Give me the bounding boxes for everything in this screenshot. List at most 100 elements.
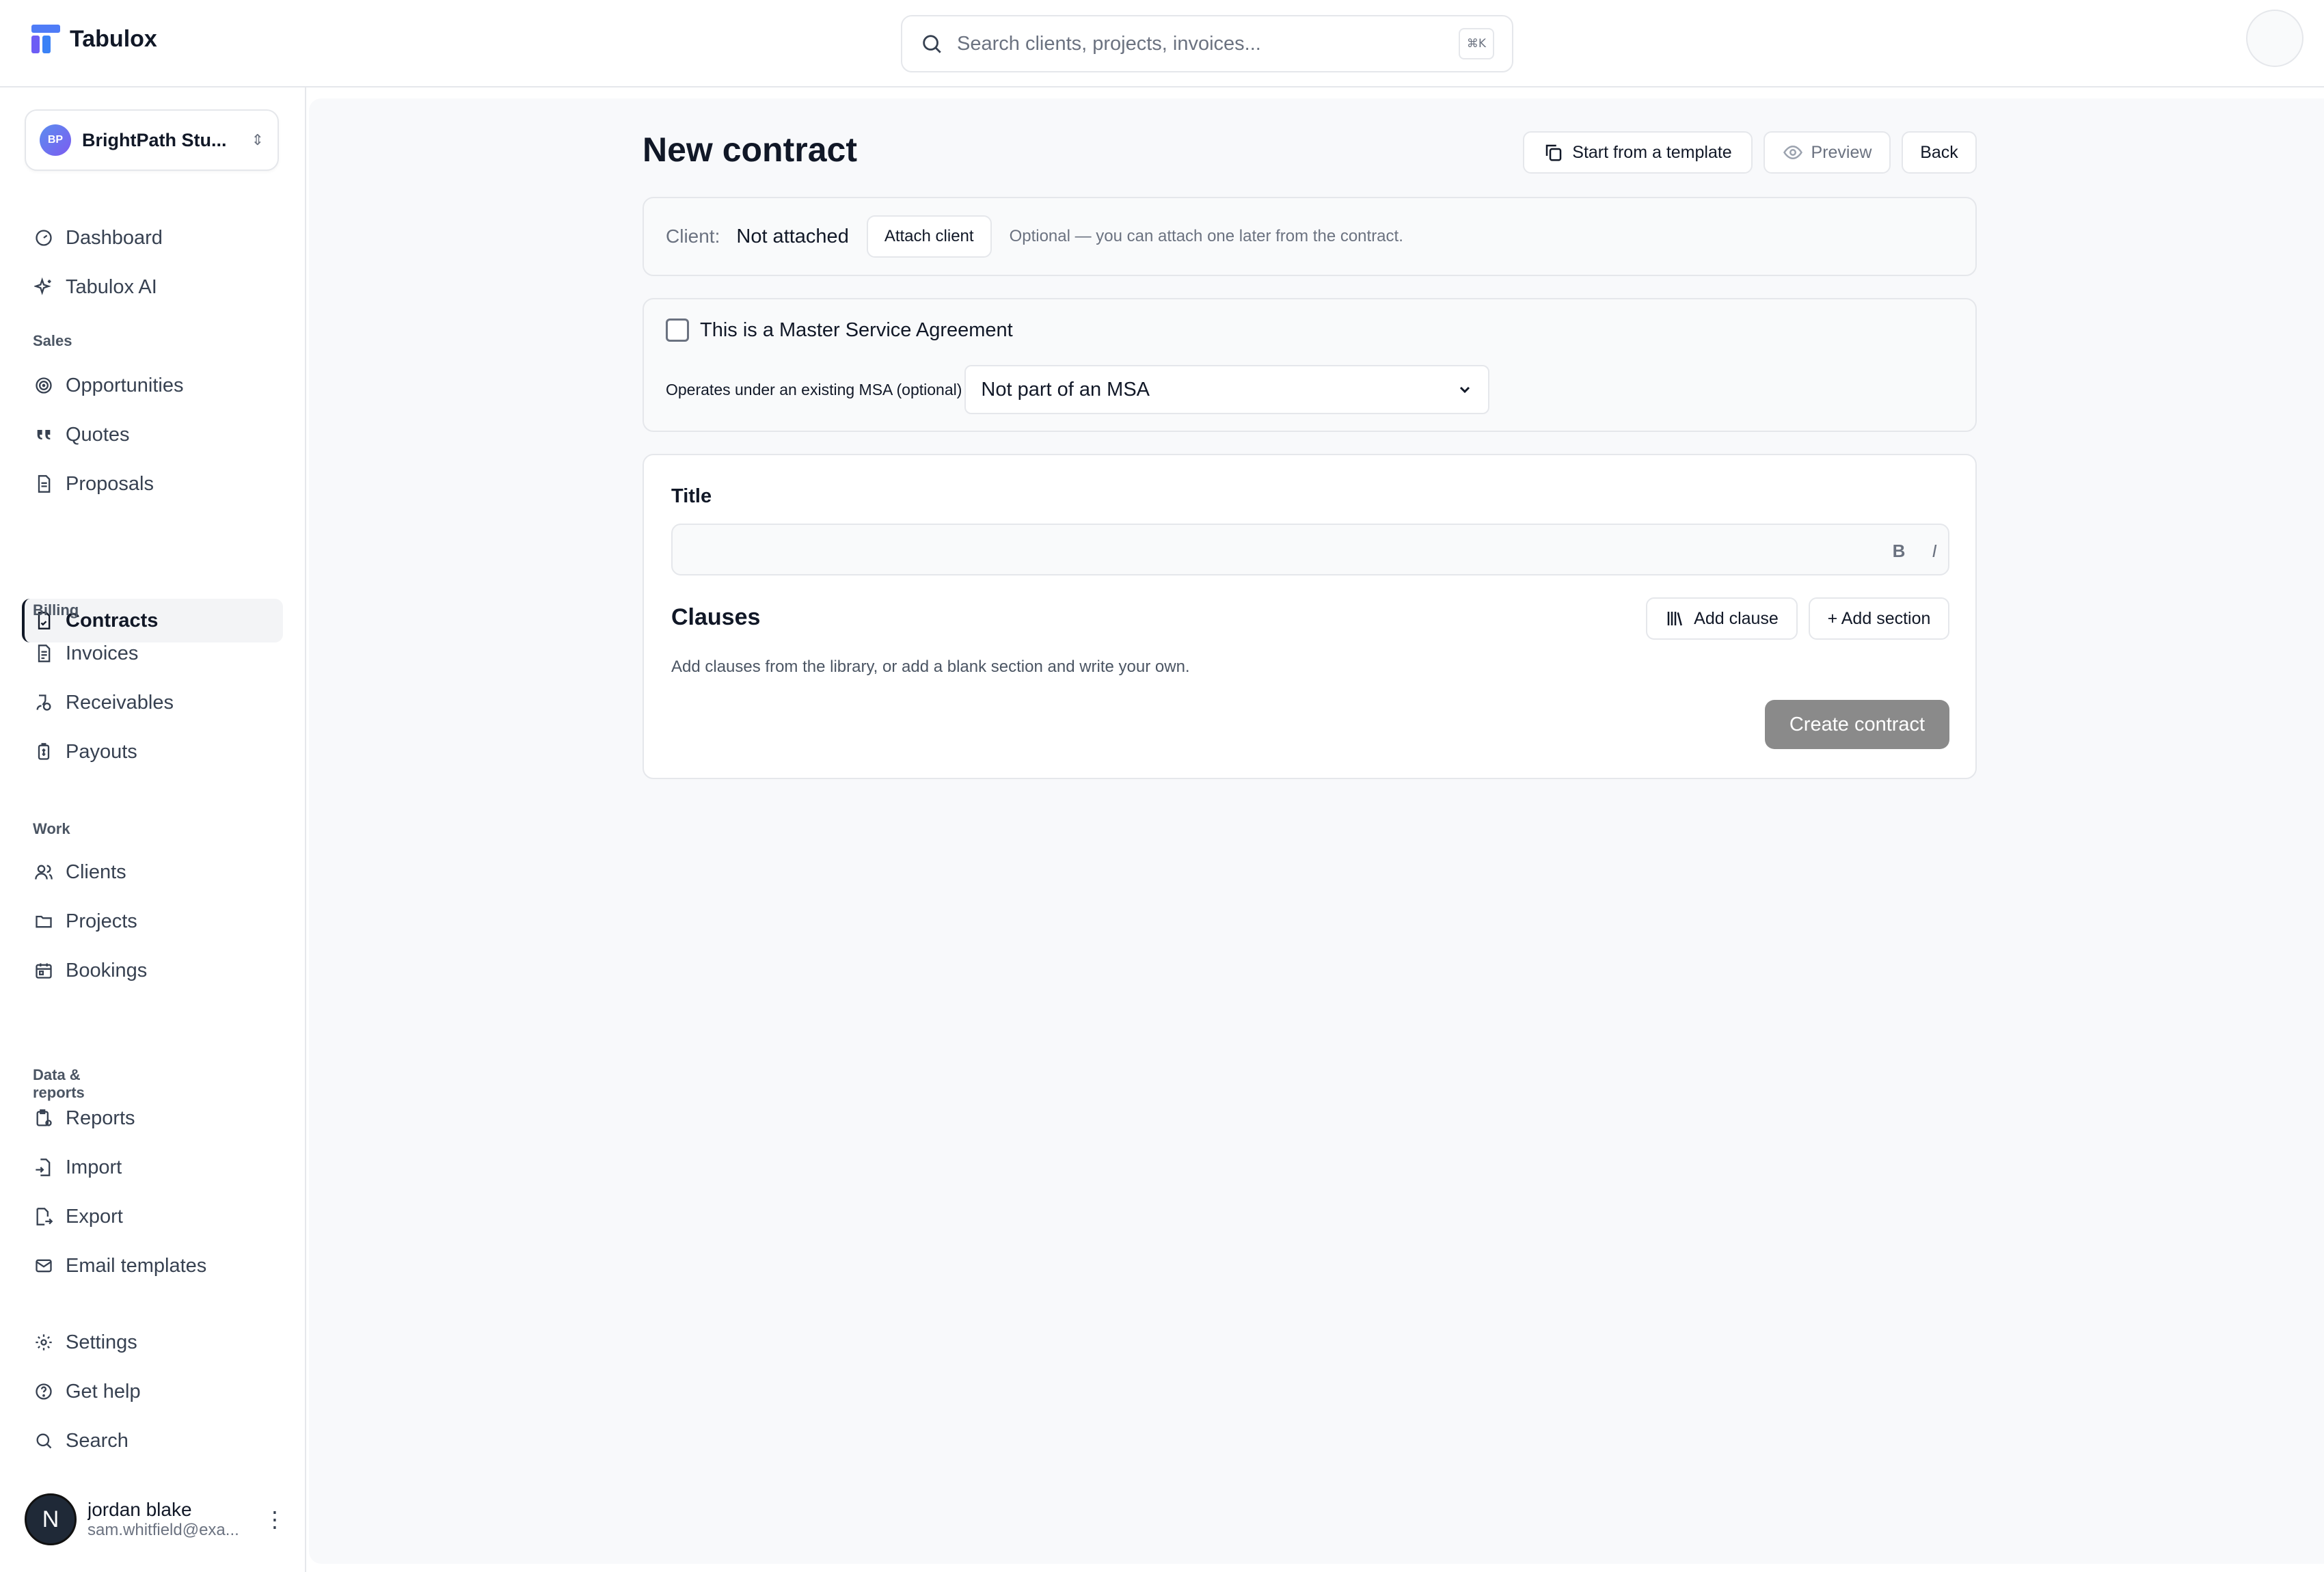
- sidebar-item-label: Dashboard: [66, 226, 163, 249]
- help-icon: [36, 1383, 52, 1400]
- back-button[interactable]: Back: [1902, 131, 1977, 174]
- sidebar-item-label: Export: [66, 1205, 123, 1228]
- receivables-icon: [36, 694, 51, 711]
- more-vertical-icon[interactable]: ⋮: [264, 1506, 286, 1532]
- client-card: Client: Not attached Attach client Optio…: [643, 197, 1977, 276]
- gear-icon: [36, 1334, 52, 1351]
- sidebar-item-label: Projects: [66, 910, 137, 932]
- eye-icon: [1783, 145, 1802, 160]
- sidebar-item-label: Import: [66, 1156, 122, 1178]
- user-email: sam.whitfield@exa...: [87, 1521, 239, 1539]
- sidebar-item-label: Get help: [66, 1380, 141, 1402]
- bold-button[interactable]: B: [1888, 539, 1910, 563]
- sidebar-item-quotes[interactable]: Quotes: [22, 413, 283, 457]
- sidebar-section-billing: Billing: [33, 601, 79, 619]
- sparkles-icon: [34, 277, 51, 295]
- create-contract-button[interactable]: Create contract: [1765, 700, 1949, 749]
- msa-checkbox[interactable]: [666, 319, 689, 342]
- sidebar-item-export[interactable]: Export: [22, 1195, 283, 1238]
- account-avatar[interactable]: [2246, 10, 2303, 67]
- reports-icon: [36, 1109, 52, 1126]
- client-note: Optional — you can attach one later from…: [1009, 227, 1403, 245]
- sidebar-item-tabulox-ai[interactable]: Tabulox AI: [22, 265, 283, 309]
- sidebar-item-label: Quotes: [66, 423, 130, 446]
- sidebar-item-label: Settings: [66, 1331, 137, 1353]
- client-value: Not attached: [736, 225, 849, 247]
- sidebar-item-label: Tabulox AI: [66, 275, 157, 298]
- msa-card: This is a Master Service Agreement Opera…: [643, 298, 1977, 432]
- select-value: Not part of an MSA: [981, 378, 1150, 401]
- quote-icon: [37, 430, 51, 439]
- document-icon: [38, 475, 51, 493]
- workspace-switcher[interactable]: BP BrightPath Stu... ⇕: [25, 109, 279, 171]
- sidebar-item-label: Payouts: [66, 740, 137, 763]
- italic-button[interactable]: I: [1923, 539, 1945, 563]
- button-label: Start from a template: [1572, 142, 1732, 162]
- existing-msa-label: Operates under an existing MSA (optional…: [666, 380, 962, 398]
- sidebar-item-import[interactable]: Import: [22, 1146, 283, 1189]
- button-label: Back: [1920, 142, 1958, 162]
- sidebar-item-label: Contracts: [66, 609, 159, 632]
- button-label: Preview: [1811, 142, 1872, 162]
- search-input[interactable]: Search clients, projects, invoices...: [957, 33, 1459, 55]
- shortcut-badge: ⌘K: [1459, 28, 1494, 59]
- sidebar-item-bookings[interactable]: Bookings: [22, 949, 283, 992]
- users-icon: [35, 865, 53, 880]
- global-search[interactable]: Search clients, projects, invoices... ⌘K: [901, 15, 1513, 72]
- sidebar-item-receivables[interactable]: Receivables: [22, 681, 283, 724]
- clauses-heading: Clauses: [671, 604, 761, 630]
- sidebar-item-label: Proposals: [66, 472, 154, 495]
- sidebar-item-reports[interactable]: Reports: [22, 1096, 283, 1140]
- sidebar-item-settings[interactable]: Settings: [22, 1320, 283, 1364]
- app-name: Tabulox: [70, 25, 157, 52]
- user-menu[interactable]: N jordan blake sam.whitfield@exa... ⋮: [25, 1489, 286, 1550]
- calendar-icon: [36, 963, 52, 979]
- sidebar-item-label: Email templates: [66, 1254, 207, 1277]
- sidebar-section-work: Work: [33, 820, 70, 837]
- msa-checkbox-label[interactable]: This is a Master Service Agreement: [700, 319, 1013, 342]
- sidebar-item-payouts[interactable]: Payouts: [22, 730, 283, 774]
- workspace-name: BrightPath Stu...: [82, 129, 227, 150]
- user-info: jordan blake sam.whitfield@exa...: [87, 1499, 253, 1540]
- preview-button[interactable]: Preview: [1764, 131, 1891, 174]
- button-label: + Add section: [1827, 608, 1931, 628]
- top-bar: Tabulox Search clients, projects, invoic…: [0, 0, 2324, 87]
- invoice-icon: [38, 645, 51, 662]
- sidebar-item-label: Search: [66, 1429, 129, 1452]
- sidebar-item-email-templates[interactable]: Email templates: [22, 1244, 283, 1288]
- existing-msa-select[interactable]: Not part of an MSA: [964, 365, 1490, 414]
- avatar: N: [25, 1493, 77, 1545]
- sidebar-item-opportunities[interactable]: Opportunities: [22, 364, 283, 407]
- title-input[interactable]: B I: [671, 524, 1949, 575]
- sidebar-item-label: Clients: [66, 860, 126, 883]
- sidebar-item-label: Reports: [66, 1107, 135, 1129]
- mail-icon: [36, 1259, 52, 1273]
- library-icon: [1667, 612, 1683, 626]
- sidebar-item-clients[interactable]: Clients: [22, 850, 283, 894]
- app-logo[interactable]: Tabulox: [31, 25, 157, 53]
- sidebar-item-invoices[interactable]: Invoices: [22, 632, 283, 675]
- sidebar-item-search[interactable]: Search: [22, 1419, 283, 1463]
- sidebar-item-projects[interactable]: Projects: [22, 899, 283, 943]
- dashboard-icon: [36, 230, 52, 246]
- sidebar-item-get-help[interactable]: Get help: [22, 1370, 283, 1413]
- sidebar-item-label: Opportunities: [66, 374, 184, 396]
- page-title: New contract: [643, 131, 857, 169]
- client-label: Client:: [666, 226, 720, 247]
- sidebar-item-dashboard[interactable]: Dashboard: [22, 216, 283, 260]
- sidebar-section-sales: Sales: [33, 332, 72, 349]
- sidebar-item-label: Bookings: [66, 959, 148, 981]
- attach-client-button[interactable]: Attach client: [866, 215, 992, 258]
- add-clause-button[interactable]: Add clause: [1646, 597, 1798, 640]
- payouts-icon: [38, 743, 50, 760]
- copy-icon: [1546, 144, 1562, 161]
- clauses-hint: Add clauses from the library, or add a b…: [671, 658, 1190, 676]
- sidebar-item-proposals[interactable]: Proposals: [22, 462, 283, 506]
- folder-icon: [36, 915, 52, 928]
- export-icon: [36, 1208, 53, 1225]
- start-from-template-button[interactable]: Start from a template: [1523, 131, 1753, 174]
- add-section-button[interactable]: + Add section: [1809, 597, 1949, 640]
- logo-icon: [31, 25, 60, 53]
- search-icon: [923, 35, 941, 53]
- target-icon: [36, 377, 52, 394]
